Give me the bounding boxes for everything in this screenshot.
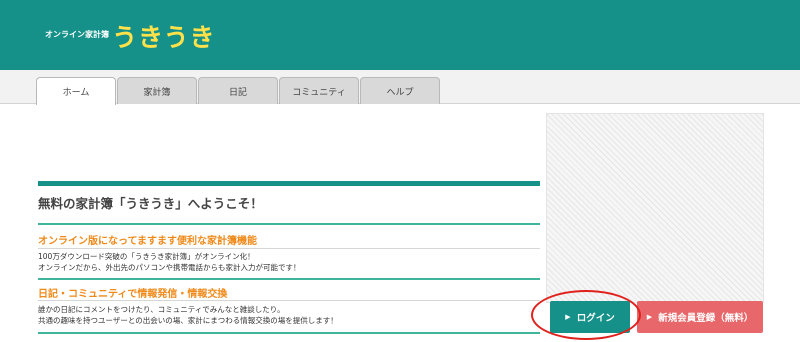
tab-label: コミュニティ (292, 87, 346, 98)
tab-diary[interactable]: 日記 (198, 77, 278, 104)
section-divider (38, 278, 540, 280)
login-button[interactable]: ▶ ログイン (550, 301, 630, 333)
tab-kakeibo[interactable]: 家計簿 (117, 77, 197, 104)
section-underline (38, 248, 540, 249)
section-text: 共通の趣味を持つユーザーとの出会いの場、家計にまつわる情報交換の場を提供します！ (38, 316, 338, 325)
tab-label: 日記 (228, 87, 247, 98)
register-label: 新規会員登録（無料） (658, 313, 754, 324)
site-header: オンライン家計簿 うきうき (0, 0, 800, 70)
logo-title[interactable]: うきうき (112, 18, 216, 54)
section-text: オンラインだから、外出先のパソコンや携帯電話からも家計入力が可能です！ (38, 263, 301, 272)
section-title-online: オンライン版になってますます便利な家計簿機能 (38, 236, 257, 247)
sidebar-ad-placeholder (546, 113, 764, 303)
tab-label: ホーム (62, 88, 90, 98)
play-arrow-icon: ▶ (646, 313, 653, 321)
section-title-diary-community: 日記・コミュニティで情報発信・情報交換 (38, 289, 228, 300)
tab-help[interactable]: ヘルプ (360, 77, 440, 104)
welcome-title: 無料の家計簿「うきうき」へようこそ！ (38, 196, 263, 211)
section-divider (38, 332, 540, 334)
tab-label: ヘルプ (386, 87, 414, 98)
login-label: ログイン (576, 313, 615, 324)
section-divider (38, 223, 540, 225)
tab-community[interactable]: コミュニティ (279, 77, 359, 104)
section-underline (38, 300, 540, 301)
welcome-accent-bar (38, 181, 540, 186)
logo-subtitle: オンライン家計簿 (45, 30, 109, 39)
tab-label: 家計簿 (143, 87, 171, 98)
tab-home[interactable]: ホーム (36, 77, 116, 105)
register-button[interactable]: ▶ 新規会員登録（無料） (637, 301, 763, 333)
play-arrow-icon: ▶ (565, 313, 571, 321)
